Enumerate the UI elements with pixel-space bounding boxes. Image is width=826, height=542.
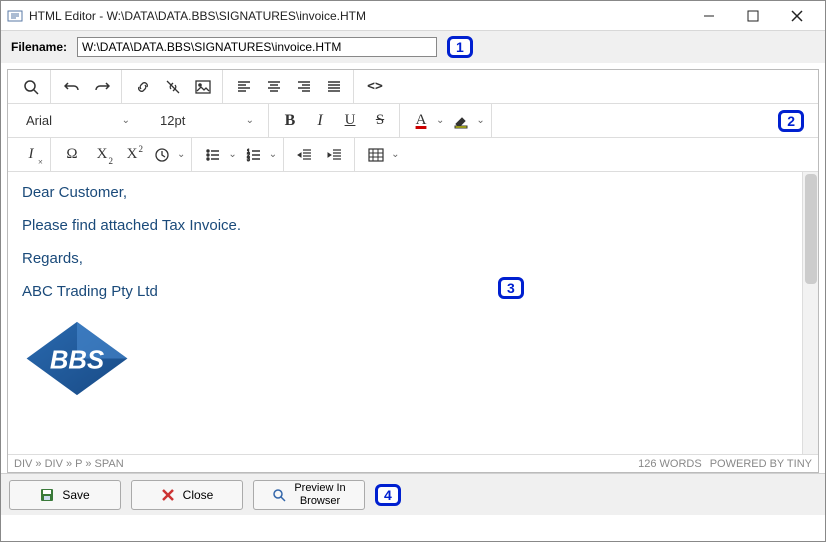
search-icon[interactable] bbox=[18, 74, 44, 100]
toolbar-row-3: I× Ω X2 X2 ⌄ ⌄ 123 bbox=[8, 138, 818, 172]
callout-2: 2 bbox=[778, 110, 804, 132]
titlebar: HTML Editor - W:\DATA\DATA.BBS\SIGNATURE… bbox=[1, 1, 825, 31]
font-family-value: Arial bbox=[26, 113, 52, 128]
italic-button[interactable]: I bbox=[307, 108, 333, 134]
save-icon bbox=[40, 488, 54, 502]
maximize-button[interactable] bbox=[731, 2, 775, 30]
vertical-scrollbar[interactable] bbox=[802, 172, 818, 454]
minimize-button[interactable] bbox=[687, 2, 731, 30]
undo-icon[interactable] bbox=[59, 74, 85, 100]
editor-frame: <> Arial ⌄ 12pt ⌄ B I U S A bbox=[7, 69, 819, 473]
preview-icon bbox=[272, 488, 286, 502]
company-logo: BBS bbox=[22, 316, 132, 401]
save-button[interactable]: Save bbox=[9, 480, 121, 510]
callout-1: 1 bbox=[447, 36, 473, 58]
window-title: HTML Editor - W:\DATA\DATA.BBS\SIGNATURE… bbox=[29, 9, 366, 23]
chevron-down-icon: ⌄ bbox=[246, 115, 254, 126]
editor-content[interactable]: Dear Customer, Please find attached Tax … bbox=[8, 172, 802, 454]
close-icon bbox=[161, 488, 175, 502]
unlink-icon[interactable] bbox=[160, 74, 186, 100]
chevron-down-icon[interactable]: ⌄ bbox=[391, 149, 399, 160]
content-line: ABC Trading Pty Ltd bbox=[22, 283, 788, 300]
underline-button[interactable]: U bbox=[337, 108, 363, 134]
bold-button[interactable]: B bbox=[277, 108, 303, 134]
content-line: Dear Customer, bbox=[22, 184, 788, 201]
indent-icon[interactable] bbox=[322, 142, 348, 168]
callout-4: 4 bbox=[375, 484, 401, 506]
close-window-button[interactable] bbox=[775, 2, 819, 30]
align-right-icon[interactable] bbox=[291, 74, 317, 100]
table-icon[interactable] bbox=[363, 142, 389, 168]
highlight-color-button[interactable] bbox=[448, 108, 474, 134]
close-label: Close bbox=[183, 488, 214, 502]
preview-button[interactable]: Preview In Browser bbox=[253, 480, 365, 510]
subscript-icon[interactable]: X2 bbox=[89, 142, 115, 168]
redo-icon[interactable] bbox=[89, 74, 115, 100]
close-button[interactable]: Close bbox=[131, 480, 243, 510]
element-path[interactable]: DIV » DIV » P » SPAN bbox=[14, 458, 124, 470]
chevron-down-icon: ⌄ bbox=[122, 115, 130, 126]
align-justify-icon[interactable] bbox=[321, 74, 347, 100]
chevron-down-icon[interactable]: ⌄ bbox=[177, 149, 185, 160]
chevron-down-icon[interactable]: ⌄ bbox=[436, 115, 444, 126]
filename-row: Filename: 1 bbox=[1, 31, 825, 63]
text-color-button[interactable]: A bbox=[408, 108, 434, 134]
filename-label: Filename: bbox=[11, 40, 67, 54]
source-code-icon[interactable]: <> bbox=[362, 74, 388, 100]
strikethrough-button[interactable]: S bbox=[367, 108, 393, 134]
datetime-icon[interactable] bbox=[149, 142, 175, 168]
svg-text:3: 3 bbox=[247, 157, 250, 163]
clear-formatting-icon[interactable]: I× bbox=[18, 142, 44, 168]
chevron-down-icon[interactable]: ⌄ bbox=[228, 149, 236, 160]
bullet-list-icon[interactable] bbox=[200, 142, 226, 168]
word-count: 126 WORDS bbox=[638, 458, 702, 470]
preview-label: Preview In Browser bbox=[294, 482, 345, 506]
toolbar-row-2: Arial ⌄ 12pt ⌄ B I U S A ⌄ bbox=[8, 104, 818, 138]
font-size-select[interactable]: 12pt ⌄ bbox=[152, 108, 262, 134]
content-line: Please find attached Tax Invoice. bbox=[22, 217, 788, 234]
svg-text:BBS: BBS bbox=[50, 347, 104, 375]
content-line: Regards, bbox=[22, 250, 788, 267]
callout-3: 3 bbox=[498, 277, 524, 299]
outdent-icon[interactable] bbox=[292, 142, 318, 168]
font-family-select[interactable]: Arial ⌄ bbox=[18, 108, 138, 134]
numbered-list-icon[interactable]: 123 bbox=[241, 142, 267, 168]
align-left-icon[interactable] bbox=[231, 74, 257, 100]
bottom-bar: Save Close Preview In Browser 4 bbox=[1, 473, 825, 515]
save-label: Save bbox=[62, 488, 89, 502]
superscript-icon[interactable]: X2 bbox=[119, 142, 145, 168]
image-icon[interactable] bbox=[190, 74, 216, 100]
link-icon[interactable] bbox=[130, 74, 156, 100]
font-size-value: 12pt bbox=[160, 113, 185, 128]
chevron-down-icon[interactable]: ⌄ bbox=[269, 149, 277, 160]
editor-statusbar: DIV » DIV » P » SPAN 126 WORDS POWERED B… bbox=[8, 454, 818, 472]
toolbar-row-1: <> bbox=[8, 70, 818, 104]
content-wrap: Dear Customer, Please find attached Tax … bbox=[8, 172, 818, 454]
align-center-icon[interactable] bbox=[261, 74, 287, 100]
filename-input[interactable] bbox=[77, 37, 437, 57]
chevron-down-icon[interactable]: ⌄ bbox=[476, 115, 484, 126]
app-icon bbox=[7, 8, 23, 24]
special-char-icon[interactable]: Ω bbox=[59, 142, 85, 168]
powered-by: POWERED BY TINY bbox=[710, 458, 812, 470]
scroll-thumb[interactable] bbox=[805, 174, 817, 284]
